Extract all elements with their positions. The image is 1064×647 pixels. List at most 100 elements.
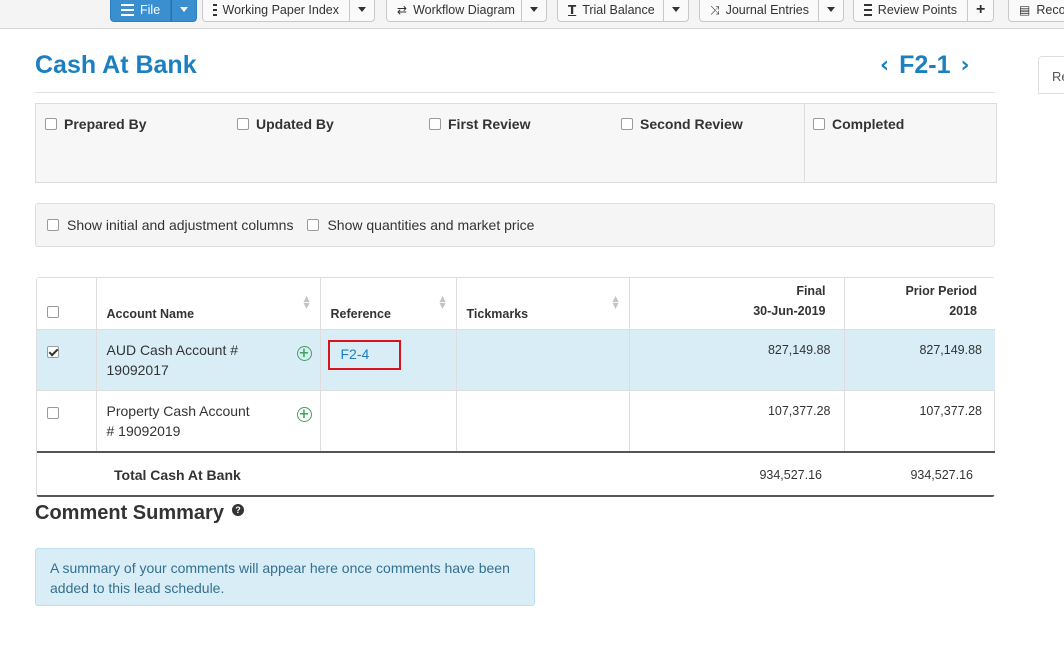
trial-balance-group: T Trial Balance xyxy=(557,0,689,22)
schedule-reference-code: F2-1 xyxy=(899,51,951,79)
show-quantities-market-label: Show quantities and market price xyxy=(327,217,535,233)
workflow-diagram-dropdown[interactable] xyxy=(522,0,547,22)
add-plus-circle-icon[interactable]: + xyxy=(296,406,312,422)
reference-cell: F2-4 xyxy=(320,329,457,390)
account-name: AUD Cash Account # 19092017 xyxy=(106,341,239,378)
second-review-checkbox[interactable] xyxy=(621,118,633,130)
tickmarks-cell[interactable] xyxy=(456,389,630,452)
review-points-label: Review Points xyxy=(877,2,957,17)
caret-down-icon xyxy=(672,7,680,12)
file-button[interactable]: File xyxy=(110,0,172,22)
reco-group: ▤ Reco xyxy=(1008,0,1064,22)
next-schedule-icon[interactable]: › xyxy=(960,53,969,78)
prior-period-amount-cell: 827,149.88 xyxy=(844,329,995,390)
updated-by-signoff[interactable]: Updated By xyxy=(237,116,334,132)
column-header-reference[interactable]: Reference ▲ ▼ xyxy=(320,278,457,330)
table-header-row: Account Name ▲ ▼ Reference ▲ ▼ Tickmarks ▲… xyxy=(37,278,995,330)
reference-cell[interactable] xyxy=(320,389,457,452)
reference-link[interactable]: F2-4 xyxy=(327,339,402,370)
toolbar: File Working Paper Index ⇄ Workflow Diag… xyxy=(0,0,1064,29)
first-review-checkbox[interactable] xyxy=(429,118,441,130)
account-name-header-label: Account Name xyxy=(106,306,195,321)
column-header-tickmarks[interactable]: Tickmarks ▲ ▼ xyxy=(456,278,630,330)
updated-by-label: Updated By xyxy=(256,116,334,132)
trial-balance-label: Trial Balance xyxy=(582,2,655,17)
lead-schedule-table: Account Name ▲ ▼ Reference ▲ ▼ Tickmarks ▲… xyxy=(36,277,995,497)
prepared-by-signoff[interactable]: Prepared By xyxy=(45,116,146,132)
completed-signoff[interactable]: Completed xyxy=(813,116,904,132)
select-all-checkbox[interactable] xyxy=(47,305,59,318)
journal-entries-group: ⤨ Journal Entries xyxy=(699,0,844,22)
column-header-final[interactable]: Final 30-Jun-2019 xyxy=(629,278,845,330)
sort-icon: ▲ ▼ xyxy=(439,294,446,310)
signoff-divider xyxy=(804,104,805,182)
second-review-label: Second Review xyxy=(640,116,743,132)
journal-entries-dropdown[interactable] xyxy=(819,0,844,22)
workflow-diagram-label: Workflow Diagram xyxy=(413,2,515,17)
workflow-diagram-button[interactable]: ⇄ Workflow Diagram xyxy=(386,0,522,22)
updated-by-checkbox[interactable] xyxy=(237,118,249,130)
show-initial-adjustment-option[interactable]: Show initial and adjustment columns xyxy=(47,217,293,233)
header-divider xyxy=(35,92,995,93)
reco-button[interactable]: ▤ Reco xyxy=(1008,0,1064,22)
text-height-icon: T xyxy=(568,2,577,17)
prior-period-amount-cell: 107,377.28 xyxy=(844,389,995,452)
journal-entries-label: Journal Entries xyxy=(725,2,809,17)
row-select-cell xyxy=(37,389,97,452)
row-select-checkbox[interactable] xyxy=(47,345,59,358)
file-button-label: File xyxy=(140,2,161,17)
show-quantities-market-checkbox[interactable] xyxy=(307,219,320,231)
row-select-checkbox[interactable] xyxy=(47,406,59,419)
help-icon[interactable]: ? xyxy=(231,503,244,516)
show-quantities-market-option[interactable]: Show quantities and market price xyxy=(307,217,534,233)
final-amount-cell: 827,149.88 xyxy=(629,329,845,390)
column-header-account-name[interactable]: Account Name ▲ ▼ xyxy=(96,278,321,330)
review-points-button[interactable]: Review Points xyxy=(853,0,968,22)
list-icon xyxy=(864,3,872,16)
journal-entries-button[interactable]: ⤨ Journal Entries xyxy=(699,0,819,22)
previous-schedule-icon[interactable]: ‹ xyxy=(880,53,889,78)
prepared-by-checkbox[interactable] xyxy=(45,118,57,130)
page-title: Cash At Bank xyxy=(35,51,197,79)
working-paper-index-dropdown[interactable] xyxy=(350,0,375,22)
prepared-by-label: Prepared By xyxy=(64,116,147,132)
plus-icon: + xyxy=(976,0,986,18)
caret-down-icon xyxy=(530,7,538,12)
final-header-label: Final xyxy=(796,283,826,298)
trial-balance-button[interactable]: T Trial Balance xyxy=(557,0,664,22)
file-dropdown-toggle[interactable] xyxy=(171,0,198,22)
column-header-prior-period[interactable]: Prior Period 2018 xyxy=(844,278,995,330)
first-review-signoff[interactable]: First Review xyxy=(429,116,530,132)
add-plus-circle-icon[interactable]: + xyxy=(296,345,312,361)
reference-navigator: ‹ F2-1 › xyxy=(880,51,970,80)
account-name-cell: Property Cash Account # 19092019 + xyxy=(96,389,321,452)
prior-period-header-label: Prior Period xyxy=(905,283,977,298)
comment-summary-empty-message: A summary of your comments will appear h… xyxy=(35,548,535,606)
review-points-group: Review Points + xyxy=(853,0,995,22)
caret-down-icon xyxy=(827,7,835,12)
reco-label: Reco xyxy=(1036,2,1064,17)
show-initial-adjustment-checkbox[interactable] xyxy=(47,219,59,231)
column-options-panel: Show initial and adjustment columns Show… xyxy=(35,203,995,247)
signoff-panel: Prepared By Updated By First Review Seco… xyxy=(35,103,997,183)
prior-period-header-year: 2018 xyxy=(949,303,977,318)
reference-header-label: Reference xyxy=(330,306,391,321)
completed-checkbox[interactable] xyxy=(813,118,825,130)
second-review-signoff[interactable]: Second Review xyxy=(621,116,743,132)
trial-balance-dropdown[interactable] xyxy=(664,0,689,22)
caret-down-icon xyxy=(180,7,189,12)
list-icon xyxy=(213,3,217,16)
account-name: Property Cash Account # 19092019 xyxy=(106,402,250,439)
table-row[interactable]: Property Cash Account # 19092019 + 107,3… xyxy=(37,389,995,452)
table-row[interactable]: AUD Cash Account # 19092017 + F2-4 827,1… xyxy=(37,329,995,390)
side-panel-tab[interactable]: Re xyxy=(1038,56,1064,94)
tickmarks-header-label: Tickmarks xyxy=(466,306,529,321)
working-paper-index-button[interactable]: Working Paper Index xyxy=(202,0,350,22)
random-icon: ⤨ xyxy=(710,2,720,17)
add-review-point-button[interactable]: + xyxy=(968,0,995,22)
comment-summary-heading: Comment Summary ? xyxy=(35,502,244,525)
completed-label: Completed xyxy=(832,116,905,132)
sort-icon: ▲ ▼ xyxy=(303,294,310,310)
total-prior-period-amount: 934,527.16 xyxy=(844,450,995,495)
tickmarks-cell[interactable] xyxy=(456,329,630,390)
